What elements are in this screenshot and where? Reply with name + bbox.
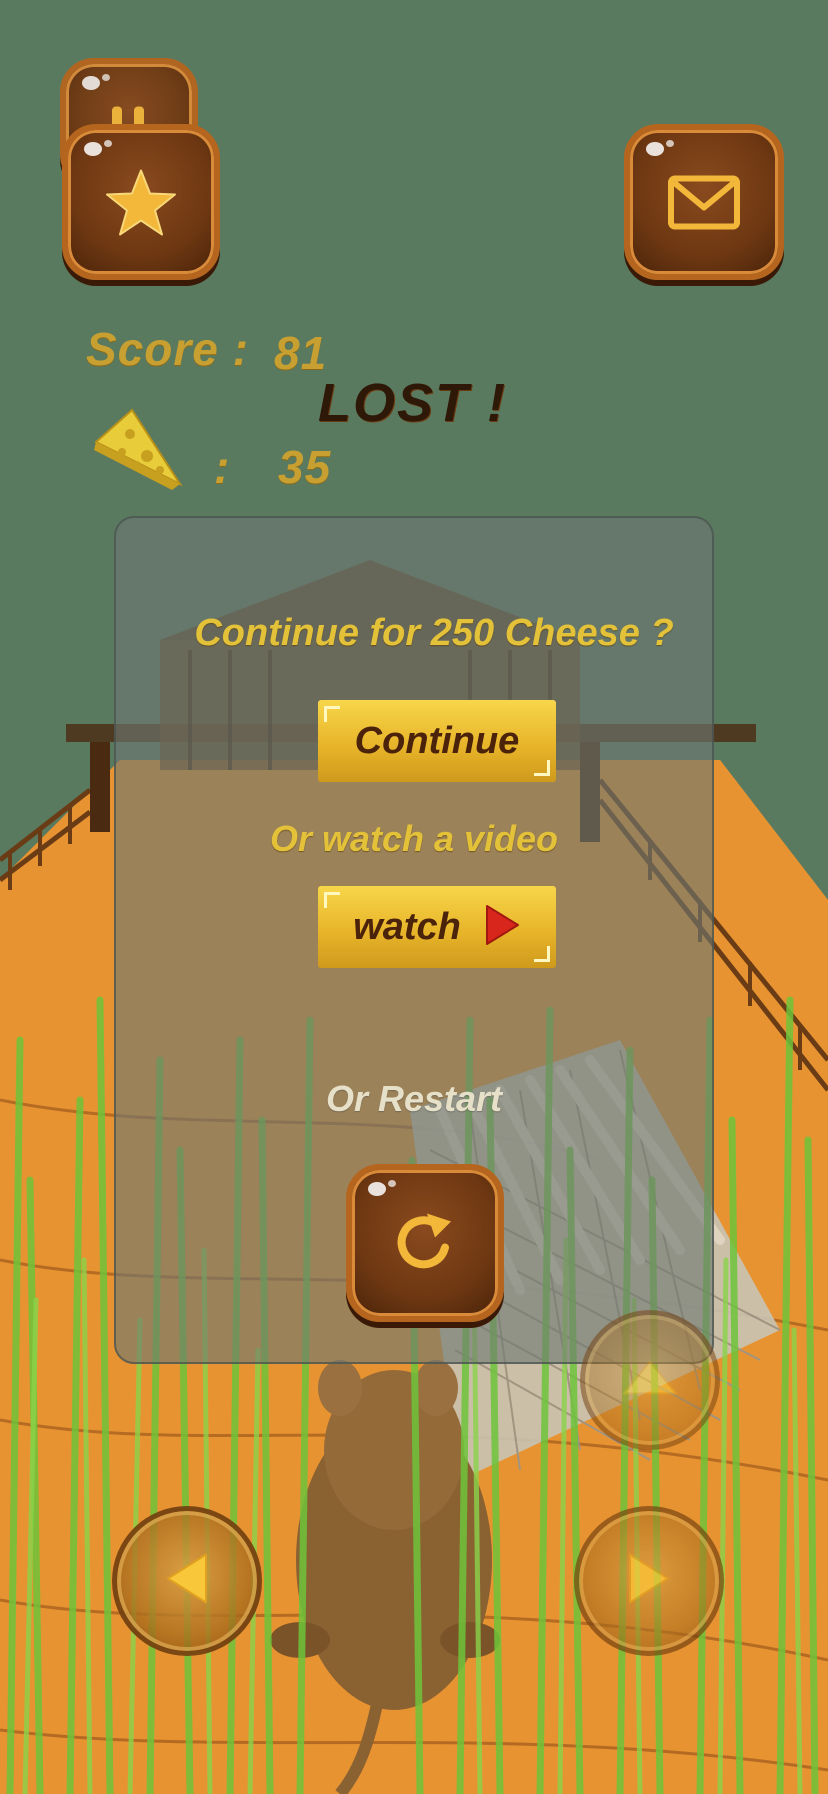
left-button[interactable] (112, 1506, 262, 1656)
score-label: Score : (86, 323, 249, 375)
jump-button[interactable] (580, 1310, 720, 1450)
mail-icon (666, 173, 742, 236)
continue-question: Continue for 250 Cheese ? (194, 612, 674, 654)
play-icon (483, 903, 521, 952)
lost-status: LOST ! (318, 373, 507, 433)
cheese-count: 35 (278, 441, 332, 493)
restart-question: Or Restart (325, 1078, 503, 1119)
game-over-dialog: Continue for 250 Cheese ? Continue Or wa… (114, 516, 714, 1364)
watch-question: Or watch a video (269, 818, 559, 859)
right-button[interactable] (574, 1506, 724, 1656)
watch-button-label: watch (353, 905, 461, 948)
restart-icon (389, 1207, 461, 1284)
corner-decoration (324, 706, 340, 722)
star-button[interactable] (62, 124, 220, 280)
continue-button[interactable]: Continue (318, 700, 556, 782)
corner-decoration (534, 946, 550, 962)
star-icon (104, 167, 178, 242)
cheese-icon (92, 404, 184, 495)
left-arrow-icon (162, 1549, 212, 1614)
up-arrow-icon (620, 1358, 680, 1403)
cheese-colon: : (214, 441, 231, 493)
right-arrow-icon (624, 1549, 674, 1614)
mail-button[interactable] (624, 124, 784, 280)
continue-button-label: Continue (354, 719, 520, 762)
watch-button[interactable]: watch (318, 886, 556, 968)
corner-decoration (534, 760, 550, 776)
corner-decoration (324, 892, 340, 908)
restart-button[interactable] (346, 1164, 504, 1322)
